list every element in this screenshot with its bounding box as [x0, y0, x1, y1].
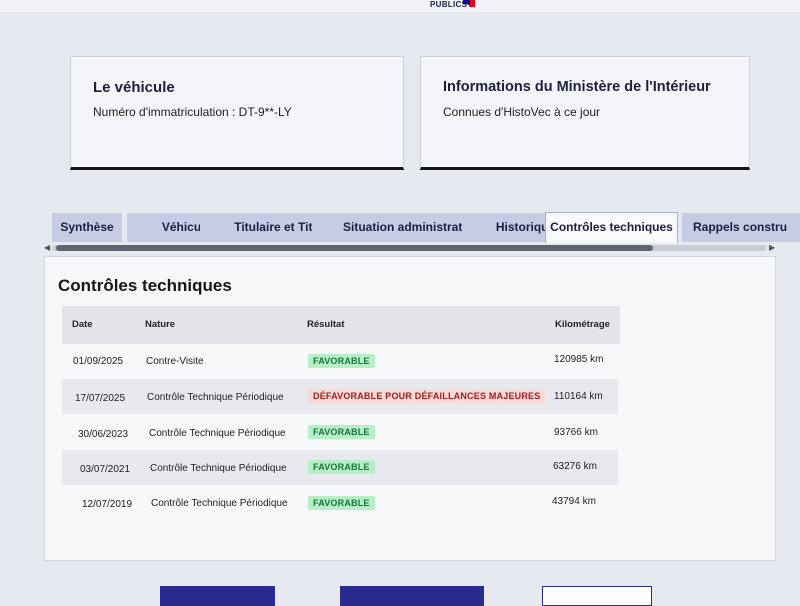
row-km: 63276 km	[553, 461, 597, 472]
row-date: 12/07/2019	[82, 499, 133, 510]
result-badge: FAVORABLE	[308, 425, 375, 439]
ministry-card-title: Informations du Ministère de l'Intérieur	[443, 79, 711, 95]
triangle-left-icon[interactable]: ◀	[44, 243, 50, 252]
row-km: 43794 km	[552, 496, 596, 507]
triangle-right-icon[interactable]: ▶	[769, 243, 775, 252]
result-badge: FAVORABLE	[308, 354, 375, 368]
row-km: 120985 km	[554, 354, 604, 365]
result-badge: FAVORABLE	[308, 460, 375, 474]
row-km: 110164 km	[554, 391, 603, 402]
row-nature: Contrôle Technique Périodique	[151, 498, 288, 509]
section-title: Contrôles techniques	[58, 276, 232, 295]
table-row: 30/06/2023 Contrôle Technique Périodique…	[62, 414, 618, 449]
row-nature: Contrôle Technique Périodique	[149, 428, 286, 439]
row-km: 93766 km	[554, 427, 598, 438]
tab-scrollbar-thumb[interactable]	[56, 245, 653, 251]
top-header: PUBLICS+	[0, 0, 800, 12]
vehicle-card-title: Le véhicule	[93, 79, 175, 96]
row-date: 03/07/2021	[80, 464, 131, 475]
column-kilometrage: Kilométrage	[555, 319, 610, 330]
tab-rappels-constructeur[interactable]: Rappels constru	[682, 213, 800, 242]
tab-controles-techniques[interactable]: Contrôles techniques	[545, 212, 678, 243]
table-row: 17/07/2025 Contrôle Technique Périodique…	[62, 379, 618, 414]
tab-bar: Synthèse Véhicule Titulaire et Titre Sit…	[52, 212, 800, 243]
row-date: 17/07/2025	[75, 393, 126, 404]
bottom-action-button-3[interactable]	[542, 586, 652, 606]
tab-synthese[interactable]: Synthèse	[52, 213, 122, 242]
brand-logo-icon	[463, 0, 477, 7]
result-badge: FAVORABLE	[308, 496, 375, 510]
table-row: 12/07/2019 Contrôle Technique Périodique…	[62, 485, 618, 520]
row-date: 01/09/2025	[73, 356, 124, 367]
table-row: 01/09/2025 Contre-Visite FAVORABLE 12098…	[62, 344, 618, 379]
bottom-action-button-1[interactable]	[160, 586, 275, 606]
row-nature: Contrôle Technique Périodique	[147, 392, 284, 403]
table-row: 03/07/2021 Contrôle Technique Périodique…	[62, 450, 618, 485]
ministry-card: Informations du Ministère de l'Intérieur…	[420, 56, 750, 170]
row-date: 30/06/2023	[78, 429, 129, 440]
column-date: Date	[72, 319, 93, 330]
result-badge: DÉFAVORABLE POUR DÉFAILLANCES MAJEURES	[308, 389, 546, 403]
vehicle-card: Le véhicule Numéro d'immatriculation : D…	[70, 56, 404, 170]
row-nature: Contre-Visite	[146, 356, 204, 367]
row-nature: Contrôle Technique Périodique	[150, 463, 287, 474]
plate-number: Numéro d'immatriculation : DT-9**-LY	[93, 105, 292, 119]
column-nature: Nature	[145, 319, 176, 330]
ministry-card-subtitle: Connues d'HistoVec à ce jour	[443, 105, 601, 119]
column-resultat: Résultat	[307, 319, 345, 330]
bottom-action-button-2[interactable]	[340, 586, 484, 606]
